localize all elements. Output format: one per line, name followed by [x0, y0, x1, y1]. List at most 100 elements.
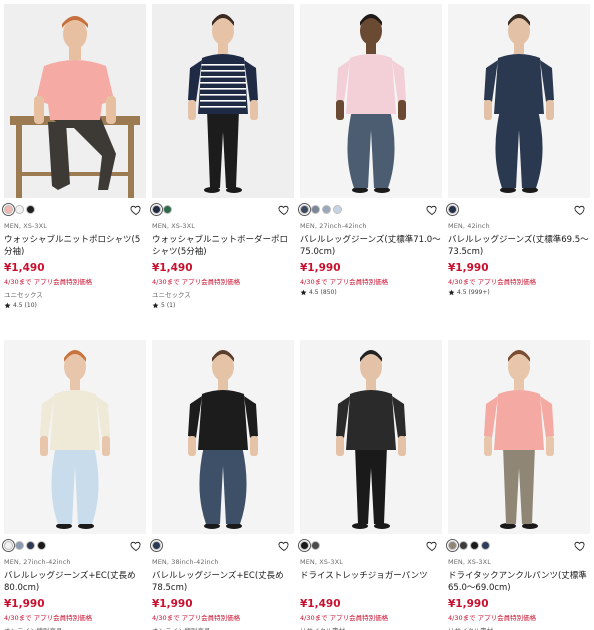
promo-text: 4/30まで アプリ会員特別価格: [300, 278, 389, 286]
product-tag: リサイクル素材: [300, 625, 442, 630]
review-count: (10): [24, 302, 37, 309]
review-count: (1): [166, 302, 176, 309]
product-card[interactable]: MEN, 38inch-42inch バレルレッグジーンズ+EC(丈長め78.5…: [152, 340, 294, 630]
product-image[interactable]: [448, 340, 590, 534]
rating-value: 4.5: [13, 302, 23, 309]
color-swatch[interactable]: [15, 204, 24, 214]
product-price: ¥1,490: [300, 598, 341, 610]
rating-value: 4.5: [457, 289, 467, 296]
product-card[interactable]: MEN, 42inch バレルレッグジーンズ(丈標準69.5〜73.5cm) ¥…: [448, 4, 590, 296]
color-swatch[interactable]: [459, 540, 468, 550]
product-card[interactable]: MEN, 27inch-42inch バレルレッグジーンズ(丈標準71.0〜75…: [300, 4, 442, 296]
color-swatch[interactable]: [26, 540, 35, 550]
product-name[interactable]: ドライタックアンクルパンツ(丈標準65.0〜69.0cm): [448, 570, 590, 594]
product-grid: MEN, XS-3XL ウォッシャブルニットポロシャツ(5分袖) ¥1,490 …: [0, 0, 594, 630]
promo-text: 4/30まで アプリ会員特別価格: [448, 278, 537, 286]
promo-text: 4/30まで アプリ会員特別価格: [448, 614, 537, 622]
product-price: ¥1,990: [448, 598, 489, 610]
color-swatch[interactable]: [481, 540, 490, 550]
heart-icon[interactable]: [426, 204, 438, 216]
rating: 4.5 (10): [4, 302, 146, 309]
product-tag: ユニセックス: [152, 291, 191, 299]
product-tag: リサイクル素材: [448, 625, 590, 630]
color-swatch[interactable]: [26, 204, 35, 214]
review-count: (999+): [468, 289, 490, 296]
product-size-range: MEN, XS-3XL: [300, 558, 343, 566]
product-size-range: MEN, XS-3XL: [4, 222, 47, 230]
color-swatch[interactable]: [448, 204, 457, 214]
product-size-range: MEN, 27inch-42inch: [300, 222, 367, 230]
product-size-range: MEN, XS-3XL: [448, 558, 491, 566]
color-swatch[interactable]: [311, 204, 320, 214]
color-swatch[interactable]: [300, 540, 309, 550]
product-name[interactable]: バレルレッグジーンズ+EC(丈長め80.0cm): [4, 570, 146, 594]
heart-icon[interactable]: [426, 540, 438, 552]
heart-icon[interactable]: [130, 204, 142, 216]
color-swatch[interactable]: [448, 540, 457, 550]
product-price: ¥1,490: [4, 262, 45, 274]
color-swatch[interactable]: [311, 540, 320, 550]
product-price: ¥1,490: [152, 262, 193, 274]
color-swatch[interactable]: [300, 204, 309, 214]
heart-icon[interactable]: [574, 540, 586, 552]
star-icon: [152, 302, 159, 309]
product-tag: オンライン特別商品: [4, 625, 146, 630]
product-name[interactable]: ウォッシャブルニットポロシャツ(5分袖): [4, 234, 146, 258]
color-swatch[interactable]: [4, 204, 13, 214]
product-size-range: MEN, 27inch-42inch: [4, 558, 71, 566]
product-card[interactable]: MEN, 27inch-42inch バレルレッグジーンズ+EC(丈長め80.0…: [4, 340, 146, 630]
star-icon: [448, 289, 455, 296]
product-name[interactable]: バレルレッグジーンズ+EC(丈長め78.5cm): [152, 570, 294, 594]
review-count: (850): [320, 289, 337, 296]
product-image[interactable]: [448, 4, 590, 198]
product-name[interactable]: バレルレッグジーンズ(丈標準69.5〜73.5cm): [448, 234, 590, 258]
product-name[interactable]: バレルレッグジーンズ(丈標準71.0〜75.0cm): [300, 234, 442, 258]
color-swatch[interactable]: [152, 204, 161, 214]
product-image[interactable]: [300, 340, 442, 534]
color-swatches: [152, 204, 294, 214]
rating: 5 (1): [152, 302, 294, 309]
color-swatches: [448, 204, 590, 214]
color-swatch[interactable]: [15, 540, 24, 550]
product-price: ¥1,990: [448, 262, 489, 274]
product-card[interactable]: MEN, XS-3XL ドライストレッチジョガーパンツ ¥1,490 4/30ま…: [300, 340, 442, 630]
star-icon: [300, 289, 307, 296]
product-image[interactable]: [4, 340, 146, 534]
product-size-range: MEN, XS-3XL: [152, 222, 195, 230]
color-swatch[interactable]: [4, 540, 13, 550]
model-photo: [448, 4, 590, 198]
rating: 4.5 (850): [300, 289, 442, 296]
product-price: ¥1,990: [4, 598, 45, 610]
product-card[interactable]: MEN, XS-3XL ウォッシャブルニットポロシャツ(5分袖) ¥1,490 …: [4, 4, 146, 309]
color-swatches: [300, 540, 442, 550]
product-image[interactable]: [152, 4, 294, 198]
product-name[interactable]: ウォッシャブルニットボーダーポロシャツ(5分袖): [152, 234, 294, 258]
heart-icon[interactable]: [574, 204, 586, 216]
promo-text: 4/30まで アプリ会員特別価格: [4, 278, 93, 286]
product-price: ¥1,990: [300, 262, 341, 274]
heart-icon[interactable]: [278, 204, 290, 216]
model-photo: [448, 340, 590, 534]
product-card[interactable]: MEN, XS-3XL ウォッシャブルニットボーダーポロシャツ(5分袖) ¥1,…: [152, 4, 294, 309]
product-image[interactable]: [152, 340, 294, 534]
color-swatch[interactable]: [322, 204, 331, 214]
color-swatch[interactable]: [163, 204, 172, 214]
model-photo: [152, 4, 294, 198]
heart-icon[interactable]: [130, 540, 142, 552]
color-swatch[interactable]: [333, 204, 342, 214]
product-name[interactable]: ドライストレッチジョガーパンツ: [300, 570, 442, 594]
color-swatch[interactable]: [37, 540, 46, 550]
product-tag: ユニセックス: [4, 291, 43, 299]
promo-text: 4/30まで アプリ会員特別価格: [4, 614, 93, 622]
color-swatch[interactable]: [470, 540, 479, 550]
product-price: ¥1,990: [152, 598, 193, 610]
color-swatches: [152, 540, 294, 550]
promo-text: 4/30まで アプリ会員特別価格: [300, 614, 389, 622]
heart-icon[interactable]: [278, 540, 290, 552]
product-image[interactable]: [4, 4, 146, 198]
product-image[interactable]: [300, 4, 442, 198]
color-swatch[interactable]: [152, 540, 161, 550]
color-swatches: [300, 204, 442, 214]
color-swatches: [4, 204, 146, 214]
product-card[interactable]: MEN, XS-3XL ドライタックアンクルパンツ(丈標準65.0〜69.0cm…: [448, 340, 590, 630]
